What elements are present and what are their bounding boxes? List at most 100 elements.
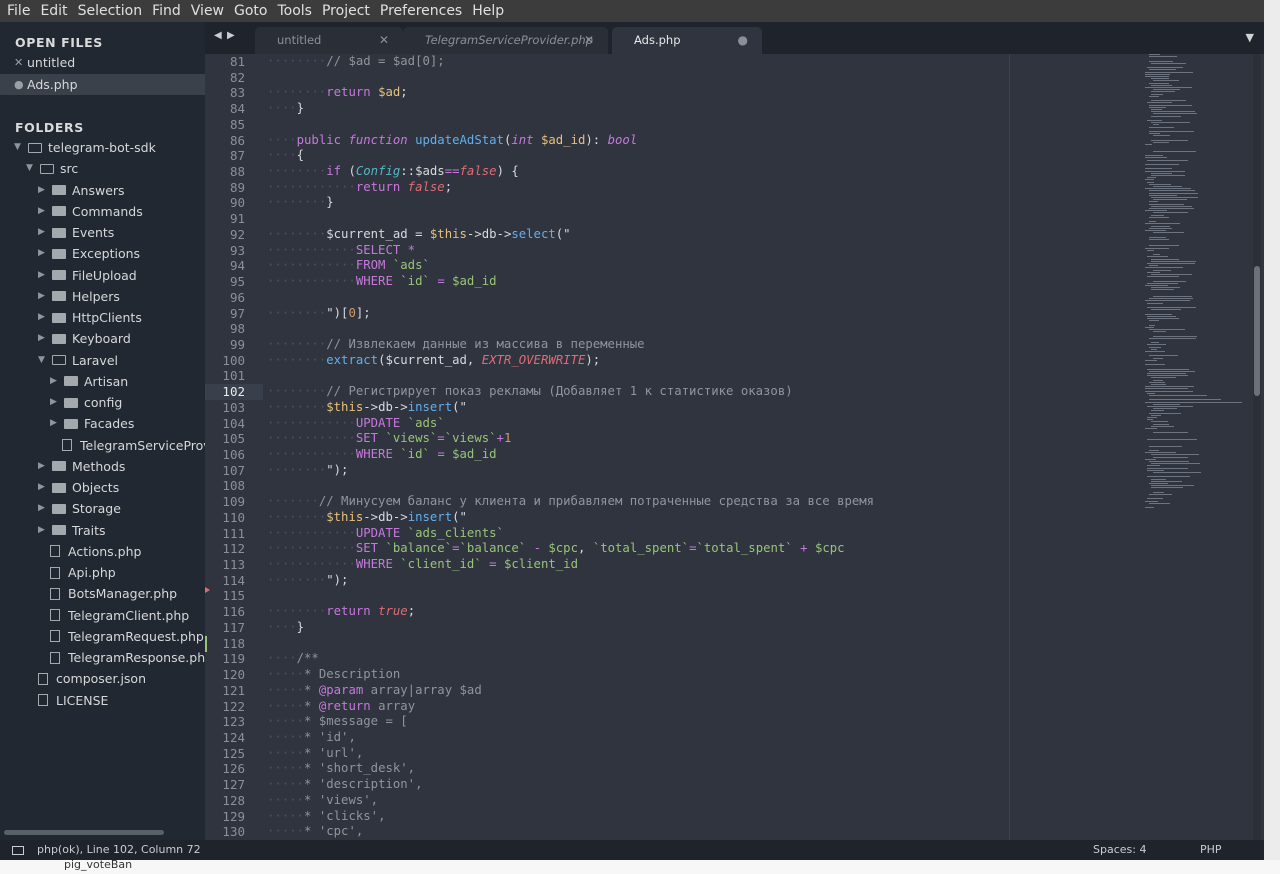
code-line[interactable]: ·····* 'id', (267, 730, 356, 746)
code-editor[interactable]: 81 82 83 84 85 86 87 88 89 90 91 92 93 94 95 96 97 98 99 10… (205, 54, 1264, 840)
menu-find[interactable]: Find (147, 0, 186, 22)
tree-item[interactable]: ▶ Exceptions (38, 243, 140, 264)
code-line[interactable]: ············WHERE `id` = $ad_id (267, 447, 497, 463)
chevron-right-icon[interactable]: ▶ (38, 520, 48, 541)
code-line[interactable]: ·····* 'cpc', (267, 824, 363, 840)
tree-item[interactable]: LICENSE (26, 690, 108, 711)
menu-goto[interactable]: Goto (229, 0, 272, 22)
tab-telegramserviceprovider-php[interactable]: TelegramServiceProvider.php ✕ (403, 27, 608, 54)
tree-item[interactable]: ▶ HttpClients (38, 307, 142, 328)
code-line[interactable]: ········} (267, 195, 334, 211)
status-syntax[interactable]: PHP (1200, 840, 1222, 860)
tab-untitled[interactable]: untitled ✕ (255, 27, 403, 54)
sidebar-scrollbar[interactable] (4, 830, 164, 835)
code-line[interactable]: ········// Регистрирует показ рекламы (Д… (267, 384, 793, 400)
code-line[interactable]: ········extract($current_ad, EXTR_OVERWR… (267, 353, 600, 369)
minimap[interactable] (1145, 54, 1250, 514)
code-line[interactable]: ············UPDATE `ads` (267, 416, 445, 432)
chevron-right-icon[interactable]: ▶ (38, 222, 48, 243)
chevron-right-icon[interactable]: ▶ (38, 265, 48, 286)
modified-dot-icon[interactable]: ● (738, 27, 748, 54)
code-line[interactable]: ········$this->db->insert(" (267, 400, 467, 416)
code-line[interactable]: ········"); (267, 573, 348, 589)
chevron-right-icon[interactable]: ▶ (38, 328, 48, 349)
menu-tools[interactable]: Tools (272, 0, 317, 22)
tree-item[interactable]: ▼ src (26, 158, 78, 179)
tree-item[interactable]: ▶ Facades (50, 413, 134, 434)
chevron-right-icon[interactable]: ▶ (38, 456, 48, 477)
editor-scrollbar[interactable] (1253, 54, 1261, 840)
code-line[interactable]: ····public function updateAdStat(int $ad… (267, 133, 637, 149)
code-line[interactable]: ············UPDATE `ads_clients` (267, 526, 504, 542)
code-line[interactable]: ·····* 'clicks', (267, 809, 385, 825)
tree-item[interactable]: ▶ FileUpload (38, 265, 137, 286)
chevron-right-icon[interactable]: ▶ (50, 413, 60, 434)
code-line[interactable]: ········")[0]; (267, 306, 371, 322)
close-icon[interactable]: ✕ (379, 27, 389, 54)
tree-item[interactable]: ▶ config (50, 392, 122, 413)
menu-view[interactable]: View (186, 0, 229, 22)
tree-item[interactable]: ▶ Methods (38, 456, 125, 477)
chevron-down-icon[interactable]: ▼ (26, 158, 36, 179)
tree-item[interactable]: TelegramClient.php (38, 605, 189, 626)
code-line[interactable]: ····} (267, 101, 304, 117)
tree-item[interactable]: TelegramServiceProvid (50, 435, 205, 456)
code-line[interactable]: ············FROM `ads` (267, 258, 430, 274)
close-icon[interactable]: ✕ (584, 27, 594, 54)
tree-item[interactable]: Api.php (38, 562, 116, 583)
code-line[interactable]: ····{ (267, 148, 304, 164)
tree-item[interactable]: ▶ Answers (38, 180, 125, 201)
code-line[interactable]: ·····* 'url', (267, 746, 363, 762)
menu-project[interactable]: Project (317, 0, 375, 22)
code-area[interactable]: ········// $ad = $ad[0]; ········return $… (267, 54, 1212, 840)
tree-item[interactable]: TelegramResponse.php (38, 647, 205, 668)
chevron-right-icon[interactable]: ▶ (38, 201, 48, 222)
chevron-right-icon[interactable]: ▶ (38, 477, 48, 498)
menu-edit[interactable]: Edit (35, 0, 72, 22)
editor-scrollbar-thumb[interactable] (1254, 266, 1260, 396)
code-line[interactable]: ·····* 'description', (267, 777, 423, 793)
chevron-right-icon[interactable]: ▶ (38, 498, 48, 519)
code-line[interactable]: ············WHERE `client_id` = $client_… (267, 557, 578, 573)
chevron-right-icon[interactable]: ▶ (38, 243, 48, 264)
tree-item[interactable]: BotsManager.php (38, 583, 177, 604)
tab-scroll-right-icon[interactable]: ▶ (227, 30, 235, 41)
code-line[interactable]: ·······// Минусуем баланс у клиента и пр… (267, 494, 874, 510)
menu-help[interactable]: Help (467, 0, 509, 22)
tree-item[interactable]: composer.json (26, 668, 146, 689)
status-indentation[interactable]: Spaces: 4 (1093, 840, 1146, 860)
chevron-down-icon[interactable]: ▼ (14, 137, 24, 158)
code-line[interactable]: ····/** (267, 651, 319, 667)
code-line[interactable]: ········"); (267, 463, 348, 479)
code-line[interactable]: ·····* 'short_desk', (267, 761, 415, 777)
tree-item[interactable]: TelegramRequest.php (38, 626, 204, 647)
modified-dot-icon[interactable]: ● (14, 74, 24, 95)
tab-scroll-left-icon[interactable]: ◀ (214, 30, 222, 41)
open-file-item[interactable]: ✕ untitled (0, 52, 205, 73)
code-line[interactable]: ········$this->db->insert(" (267, 510, 467, 526)
menu-selection[interactable]: Selection (73, 0, 148, 22)
menu-preferences[interactable]: Preferences (375, 0, 467, 22)
code-line[interactable]: ············WHERE `id` = $ad_id (267, 274, 497, 290)
tree-item[interactable]: ▼ telegram-bot-sdk (14, 137, 156, 158)
code-line[interactable]: ········if (Config::$ads==false) { (267, 164, 519, 180)
close-icon[interactable]: ✕ (14, 52, 23, 73)
open-file-item[interactable]: ● Ads.php (0, 74, 205, 95)
code-line[interactable]: ·····* Description (267, 667, 400, 683)
tab-ads-php[interactable]: Ads.php ● (612, 27, 762, 54)
chevron-right-icon[interactable]: ▶ (38, 307, 48, 328)
tree-item[interactable]: ▶ Storage (38, 498, 121, 519)
code-line[interactable]: ·····* @param array|array $ad (267, 683, 482, 699)
code-line[interactable]: ········return $ad; (267, 85, 408, 101)
tab-overflow-icon[interactable]: ▼ (1246, 31, 1254, 44)
chevron-right-icon[interactable]: ▶ (38, 286, 48, 307)
tree-item[interactable]: ▶ Commands (38, 201, 143, 222)
code-line[interactable]: ············SET `balance`=`balance` - $c… (267, 541, 845, 557)
code-line[interactable]: ········// Извлекаем данные из массива в… (267, 337, 645, 353)
code-line[interactable]: ············SET `views`=`views`+1 (267, 431, 511, 447)
tree-item[interactable]: ▶ Keyboard (38, 328, 131, 349)
code-line[interactable]: ············return false; (267, 180, 452, 196)
code-line[interactable]: ············SELECT * (267, 243, 415, 259)
code-line[interactable]: ········return true; (267, 604, 415, 620)
code-line[interactable]: ·····* $message = [ (267, 714, 408, 730)
